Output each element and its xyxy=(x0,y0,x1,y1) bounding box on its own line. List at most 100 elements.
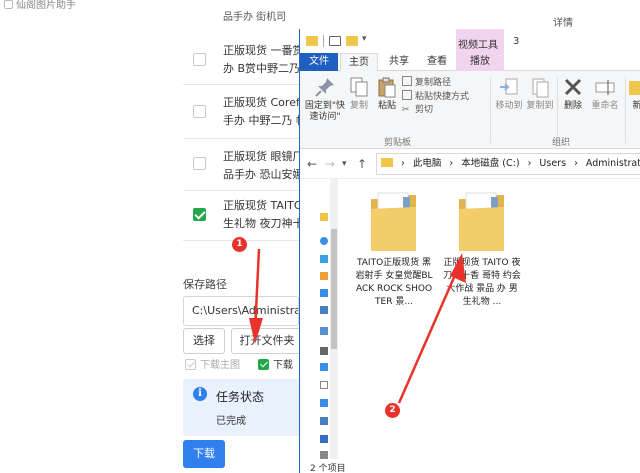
documents-icon[interactable] xyxy=(320,381,328,389)
status-text: 已完成 xyxy=(216,416,246,427)
copy-to-button[interactable]: 复制到 xyxy=(525,76,555,112)
download-button[interactable]: 下载 xyxy=(183,440,225,468)
row-checkbox[interactable] xyxy=(193,157,206,170)
copy-icon xyxy=(350,77,368,97)
open-folder-button[interactable]: 打开文件夹 xyxy=(231,328,303,354)
row-title-line1: 正版现货 TAITO xyxy=(223,199,303,212)
customize-chevron-icon[interactable]: ▾ xyxy=(362,34,367,44)
move-to-icon xyxy=(500,78,518,95)
pictures-icon[interactable] xyxy=(320,363,328,371)
rename-button[interactable]: 重命名 xyxy=(588,76,622,112)
desktop-icon[interactable] xyxy=(320,435,328,443)
row-checkbox[interactable] xyxy=(193,105,206,118)
breadcrumb-users[interactable]: Users xyxy=(539,158,566,169)
breadcrumb-administrator[interactable]: Administrator xyxy=(586,158,640,169)
pin-quick-access-button[interactable]: 固定到"快 速访问" xyxy=(302,76,348,123)
ribbon-divider xyxy=(557,77,558,143)
partial-row-text: 品手办 街机司 xyxy=(223,12,287,23)
paste-button[interactable]: 粘贴 xyxy=(374,76,400,112)
download-icon[interactable] xyxy=(320,255,328,263)
delete-button[interactable]: 删除 xyxy=(560,76,586,112)
annotation-badge-2: 2 xyxy=(385,403,400,418)
tab-view[interactable]: 查看 xyxy=(418,53,456,71)
copy-path-icon xyxy=(402,76,412,86)
cloud-icon[interactable] xyxy=(320,237,328,245)
navigation-scrollbar[interactable] xyxy=(330,179,338,459)
music-icon[interactable] xyxy=(320,272,328,280)
task-status-card: i 任务状态 已完成 xyxy=(183,379,303,436)
new-button[interactable]: 新 xyxy=(627,76,640,112)
tab-home[interactable]: 主页 xyxy=(340,53,378,72)
list-item[interactable]: 正版现货 Corefu 手办 中野二乃 帷 xyxy=(183,85,303,139)
pin-label-line2: 速访问" xyxy=(309,112,341,122)
music-icon[interactable] xyxy=(320,417,328,425)
copy-button[interactable]: 复制 xyxy=(348,76,370,112)
videos-icon[interactable] xyxy=(320,347,328,355)
recent-chevron-icon[interactable]: ▾ xyxy=(342,159,347,169)
option-label: 下载主图 xyxy=(200,360,240,371)
rename-label: 重命名 xyxy=(591,101,619,111)
option-checkbox[interactable] xyxy=(185,359,196,370)
save-path-label: 保存路径 xyxy=(183,278,227,291)
option-download-detail[interactable]: 下载 xyxy=(258,359,293,372)
partial-detail-text: 详情 xyxy=(553,18,573,29)
info-icon: i xyxy=(193,387,207,401)
copy-label: 复制 xyxy=(349,101,368,111)
ribbon-divider xyxy=(625,77,626,143)
properties-icon[interactable] xyxy=(329,36,341,46)
breadcrumb-this-pc[interactable]: 此电脑 xyxy=(413,158,442,169)
option-checkbox-checked[interactable] xyxy=(258,359,269,370)
row-title-line2: 手办 中野二乃 帷 xyxy=(223,114,303,127)
list-item[interactable]: 正版现货 TAITO 生礼物 夜刀神十 xyxy=(183,191,303,241)
documents-icon[interactable] xyxy=(320,306,328,314)
delete-icon xyxy=(564,78,582,96)
save-path-input[interactable]: C:\Users\Administrator xyxy=(183,296,299,326)
folder-icon xyxy=(381,158,393,167)
contextual-group-label: 视频工具 xyxy=(458,40,498,51)
folder-item[interactable]: 正版现货 TAITO 夜刀神十香 哥特 约会大作战 景品 办 男生礼物 ... xyxy=(442,189,522,309)
drive-icon[interactable] xyxy=(320,451,328,459)
navigation-pane xyxy=(300,179,330,459)
cut-button[interactable]: ✂ 剪切 xyxy=(402,104,433,116)
paste-shortcut-button[interactable]: 粘贴快捷方式 xyxy=(402,90,469,103)
status-title: 任务状态 xyxy=(216,390,265,404)
address-input[interactable]: › 此电脑 › 本地磁盘 (C:) › Users › Administrato… xyxy=(376,153,640,175)
desktop-icon[interactable] xyxy=(320,327,328,335)
paste-shortcut-icon xyxy=(402,90,412,100)
tab-share[interactable]: 共享 xyxy=(380,53,418,71)
toolbar-divider xyxy=(323,35,324,47)
tab-play[interactable]: 播放 xyxy=(456,53,504,71)
list-item[interactable]: 正版现货 一番赏 办 B赏中野二乃 xyxy=(183,31,303,85)
forward-arrow-icon[interactable]: → xyxy=(325,157,335,171)
up-arrow-icon[interactable]: ↑ xyxy=(357,157,367,171)
breadcrumb-separator-icon: › xyxy=(401,158,405,169)
row-checkbox[interactable] xyxy=(193,53,206,66)
copy-path-button[interactable]: 复制路径 xyxy=(402,76,451,89)
app-title: 仙阁图片助手 xyxy=(16,0,76,11)
back-arrow-icon[interactable]: ← xyxy=(307,157,317,171)
row-title-line2: 生礼物 夜刀神十 xyxy=(223,217,303,230)
file-content-area: TAITO正版现货 黑岩射手 女皇觉醒BLACK ROCK SHOOTER 景.… xyxy=(338,179,640,459)
list-item[interactable]: 正版现货 眼镜厂 品手办 恐山安娜 xyxy=(183,139,303,191)
window-count: 3 xyxy=(513,36,520,47)
row-checkbox-checked[interactable] xyxy=(193,208,206,221)
folder-item[interactable]: TAITO正版现货 黑岩射手 女皇觉醒BLACK ROCK SHOOTER 景.… xyxy=(354,189,434,309)
breadcrumb-separator-icon: › xyxy=(574,158,578,169)
option-download-main[interactable]: 下载主图 xyxy=(185,359,240,372)
item-count: 2 个项目 xyxy=(310,464,346,473)
file-explorer-window: ▾ 视频工具 3 文件 主页 共享 查看 播放 固定到"快 速访问" 复制 粘贴… xyxy=(299,29,640,473)
breadcrumb-separator-icon: › xyxy=(527,158,532,169)
folder-icon[interactable] xyxy=(306,36,318,46)
new-folder-icon[interactable] xyxy=(346,36,358,46)
folder-icon[interactable] xyxy=(320,213,328,221)
rename-icon xyxy=(595,80,615,95)
download-icon[interactable] xyxy=(320,399,328,407)
pictures-icon[interactable] xyxy=(320,289,328,297)
tab-file[interactable]: 文件 xyxy=(300,53,338,71)
breadcrumb-drive[interactable]: 本地磁盘 (C:) xyxy=(461,158,519,169)
scrollbar-thumb[interactable] xyxy=(331,229,337,349)
choose-button[interactable]: 选择 xyxy=(183,328,225,354)
row-title-line1: 正版现货 Corefu xyxy=(223,96,303,109)
move-to-button[interactable]: 移动到 xyxy=(494,76,524,112)
new-folder-icon xyxy=(629,81,640,95)
